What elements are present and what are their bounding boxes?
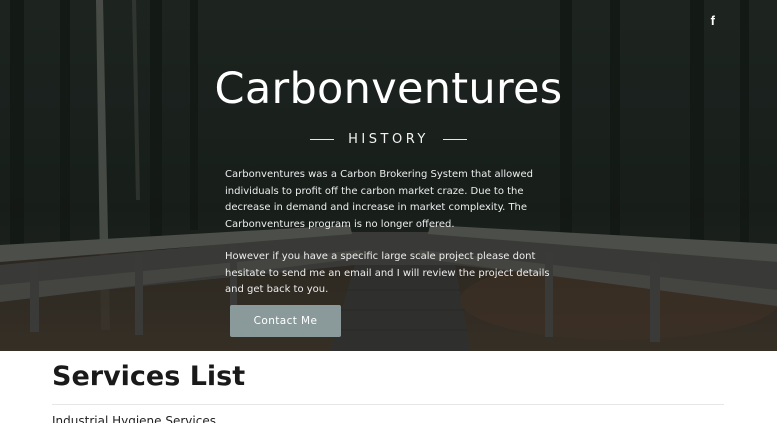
hero-section: f Carbonventures HISTORY Carbonventures … bbox=[0, 0, 777, 351]
history-paragraph-2: However if you have a specific large sca… bbox=[225, 251, 550, 295]
hero-title: Carbonventures bbox=[214, 64, 563, 114]
services-section: Services List Industrial Hygiene Service… bbox=[0, 351, 777, 423]
service-item[interactable]: Industrial Hygiene Services bbox=[52, 414, 216, 423]
section-heading-text: HISTORY bbox=[348, 132, 429, 147]
heading-line-right bbox=[442, 139, 467, 140]
divider bbox=[52, 404, 724, 405]
hero-content: Carbonventures HISTORY Carbonventures wa… bbox=[0, 0, 777, 351]
history-paragraph-1: Carbonventures was a Carbon Brokering Sy… bbox=[225, 169, 533, 230]
heading-line-left bbox=[310, 139, 335, 140]
services-title: Services List bbox=[52, 361, 246, 392]
contact-me-button[interactable]: Contact Me bbox=[230, 305, 341, 337]
section-heading: HISTORY bbox=[0, 132, 777, 147]
